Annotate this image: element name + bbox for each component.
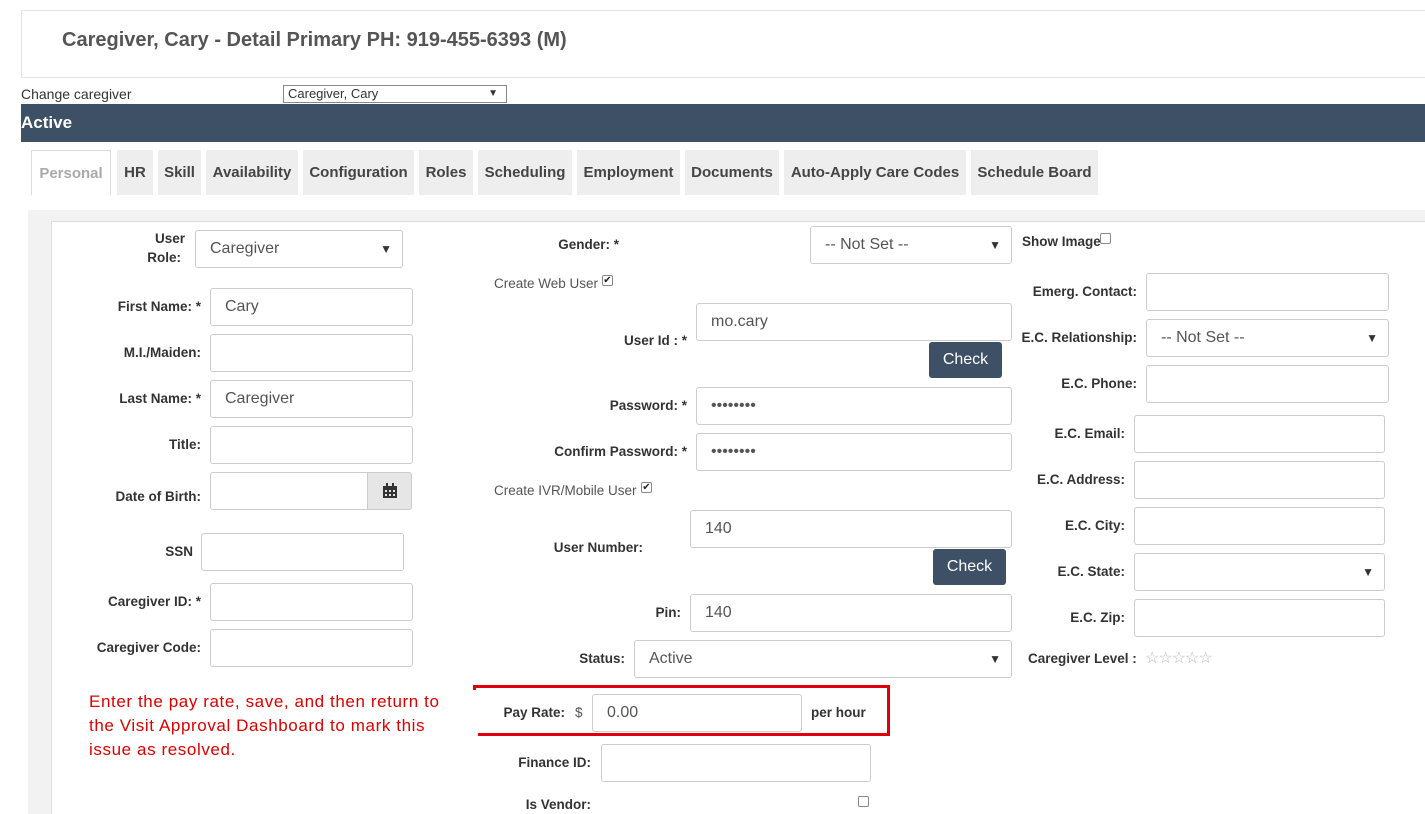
status-value: Active	[649, 650, 693, 667]
user-number-label: User Number:	[553, 540, 643, 555]
chevron-down-icon: ▼	[1366, 331, 1378, 345]
status-select[interactable]: Active ▼	[634, 640, 1012, 678]
change-caregiver-select[interactable]: Caregiver, Cary ▼	[283, 85, 507, 103]
user-number-input[interactable]: 140	[690, 510, 1012, 548]
chevron-down-icon: ▼	[989, 652, 1001, 666]
create-web-user-checkbox[interactable]: ✔	[602, 275, 613, 286]
ec-email-label: E.C. Email:	[1054, 426, 1125, 441]
check-user-number-button[interactable]: Check	[933, 549, 1006, 585]
confirm-password-label: Confirm Password: *	[554, 444, 687, 459]
title-input[interactable]	[210, 426, 413, 464]
tab-personal[interactable]: Personal	[31, 150, 111, 195]
is-vendor-label: Is Vendor:	[525, 797, 591, 812]
caregiver-id-label: Caregiver ID: *	[107, 594, 201, 609]
calendar-icon	[383, 483, 397, 498]
is-vendor-checkbox[interactable]	[858, 796, 869, 807]
ec-address-input[interactable]	[1134, 461, 1385, 499]
emerg-contact-label: Emerg. Contact:	[1032, 284, 1137, 299]
caregiver-code-input[interactable]	[210, 629, 413, 667]
tab-auto-apply-care-codes[interactable]: Auto-Apply Care Codes	[784, 150, 966, 195]
create-web-user-label: Create Web User	[494, 276, 599, 291]
last-name-input[interactable]: Caregiver	[210, 380, 413, 418]
show-image-checkbox[interactable]	[1100, 233, 1111, 244]
tab-hr[interactable]: HR	[117, 150, 153, 195]
pin-input[interactable]: 140	[690, 594, 1012, 632]
show-image-label: Show Image	[1022, 234, 1101, 249]
password-input[interactable]: ••••••••	[696, 387, 1012, 425]
title-label: Title:	[168, 437, 201, 452]
tab-scheduling[interactable]: Scheduling	[478, 150, 572, 195]
annotation-mask	[458, 690, 478, 760]
tab-employment[interactable]: Employment	[577, 150, 680, 195]
date-of-birth-calendar-button[interactable]	[367, 472, 412, 510]
user-role-select[interactable]: Caregiver ▼	[195, 230, 403, 268]
tab-availability[interactable]: Availability	[206, 150, 298, 195]
tab-documents[interactable]: Documents	[685, 150, 779, 195]
user-id-label: User Id : *	[623, 333, 687, 348]
star-icon[interactable]: ☆☆☆☆☆	[1145, 648, 1213, 668]
ec-phone-input[interactable]	[1146, 365, 1389, 403]
ec-relationship-select[interactable]: -- Not Set -- ▼	[1146, 319, 1389, 357]
user-id-input[interactable]: mo.cary	[696, 303, 1012, 341]
confirm-password-input[interactable]: ••••••••	[696, 433, 1012, 471]
chevron-down-icon: ▼	[380, 242, 392, 256]
user-role-label-2: Role:	[147, 250, 181, 265]
gender-select[interactable]: -- Not Set -- ▼	[810, 226, 1012, 264]
password-label: Password: *	[609, 398, 687, 413]
mi-maiden-label: M.I./Maiden:	[123, 345, 201, 360]
caregiver-code-label: Caregiver Code:	[96, 640, 201, 655]
last-name-label: Last Name: *	[119, 391, 201, 406]
tab-roles[interactable]: Roles	[419, 150, 473, 195]
ssn-label: SSN	[165, 544, 193, 559]
ec-city-label: E.C. City:	[1064, 518, 1125, 533]
ssn-input[interactable]	[201, 533, 404, 571]
pin-label: Pin:	[655, 605, 682, 620]
finance-id-label: Finance ID:	[518, 755, 591, 770]
change-caregiver-value: Caregiver, Cary	[288, 86, 379, 101]
tab-schedule-board[interactable]: Schedule Board	[971, 150, 1098, 195]
chevron-down-icon: ▼	[1362, 565, 1374, 579]
caregiver-id-input[interactable]	[210, 583, 413, 621]
caregiver-level-label: Caregiver Level :	[1028, 651, 1137, 666]
finance-id-input[interactable]	[601, 744, 871, 782]
ec-state-label: E.C. State:	[1057, 564, 1125, 579]
ec-zip-label: E.C. Zip:	[1070, 610, 1125, 625]
tab-skill[interactable]: Skill	[158, 150, 201, 195]
gender-label: Gender: *	[558, 237, 619, 252]
user-role-value: Caregiver	[210, 240, 280, 257]
page-title: Caregiver, Cary - Detail Primary PH: 919…	[62, 29, 567, 51]
create-ivr-mobile-user-checkbox[interactable]: ✔	[641, 482, 652, 493]
date-of-birth-label: Date of Birth:	[115, 489, 202, 504]
ec-city-input[interactable]	[1134, 507, 1385, 545]
annotation-note: Enter the pay rate, save, and then retur…	[89, 692, 440, 759]
ec-phone-label: E.C. Phone:	[1061, 376, 1137, 391]
pay-rate-highlight-box	[473, 685, 890, 736]
first-name-input[interactable]: Cary	[210, 288, 413, 326]
change-caregiver-label: Change caregiver	[21, 86, 132, 102]
ec-address-label: E.C. Address:	[1036, 472, 1125, 487]
date-of-birth-input[interactable]	[210, 472, 368, 510]
ec-zip-input[interactable]	[1134, 599, 1385, 637]
check-user-id-button[interactable]: Check	[929, 342, 1002, 378]
status-text: Active	[21, 113, 73, 132]
mi-maiden-input[interactable]	[210, 334, 413, 372]
chevron-down-icon: ▼	[488, 88, 498, 99]
status-label: Status:	[579, 651, 625, 666]
first-name-label: First Name: *	[117, 299, 201, 314]
ec-relationship-label: E.C. Relationship:	[1021, 330, 1137, 345]
ec-email-input[interactable]	[1134, 415, 1385, 453]
status-bar	[21, 104, 1425, 142]
emerg-contact-input[interactable]	[1146, 273, 1389, 311]
ec-relationship-value: -- Not Set --	[1161, 329, 1245, 346]
chevron-down-icon: ▼	[989, 238, 1001, 252]
ec-state-select[interactable]: ▼	[1134, 553, 1385, 591]
tab-configuration[interactable]: Configuration	[303, 150, 414, 195]
gender-value: -- Not Set --	[825, 236, 909, 253]
create-ivr-mobile-user-label: Create IVR/Mobile User	[494, 483, 637, 498]
user-role-label-1: User	[154, 231, 185, 246]
